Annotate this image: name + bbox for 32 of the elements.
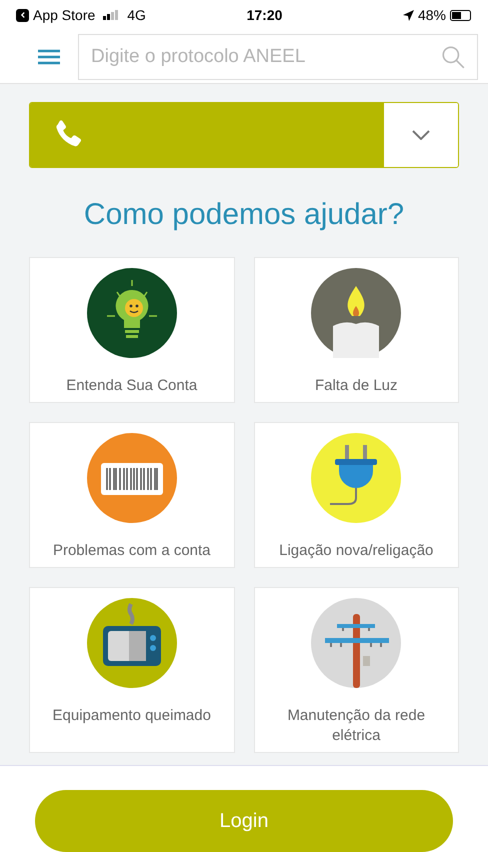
service-label: Ligação nova/religação xyxy=(279,541,434,561)
service-card[interactable]: Manutenção da rede elétrica xyxy=(254,587,459,753)
service-label: Manutenção da rede elétrica xyxy=(286,706,426,746)
chevron-down-icon xyxy=(412,130,430,140)
service-label: Problemas com a conta xyxy=(52,541,211,561)
battery-percent: 48% xyxy=(418,6,446,25)
tv-icon xyxy=(86,598,177,688)
network-label: 4G xyxy=(127,6,146,25)
utility-pole-icon xyxy=(311,598,402,688)
signal-icon xyxy=(103,10,120,20)
service-card[interactable]: Ligação nova/religação xyxy=(254,422,459,568)
search-icon[interactable] xyxy=(440,44,466,70)
service-label: Falta de Luz xyxy=(314,376,398,396)
service-card[interactable]: Problemas com a conta xyxy=(29,422,234,568)
search-field[interactable]: Digite o protocolo ANEEL xyxy=(78,34,478,80)
back-app-label[interactable]: App Store xyxy=(33,4,96,26)
battery-icon xyxy=(450,10,472,21)
location-arrow-icon xyxy=(402,10,414,21)
menu-icon[interactable] xyxy=(38,48,60,65)
service-label: Equipamento queimado xyxy=(52,706,211,726)
service-label: Entenda Sua Conta xyxy=(66,376,198,396)
help-heading: Como podemos ajudar? xyxy=(82,197,406,233)
service-card[interactable]: Entenda Sua Conta xyxy=(29,257,234,403)
plug-icon xyxy=(311,433,402,523)
clock-time: 17:20 xyxy=(246,6,284,25)
barcode-icon xyxy=(86,433,177,523)
dropdown-toggle[interactable] xyxy=(384,103,458,167)
service-card[interactable]: Falta de Luz xyxy=(254,257,459,403)
service-card[interactable]: Equipamento queimado xyxy=(29,587,234,753)
lightbulb-icon xyxy=(86,268,177,358)
phone-bar[interactable] xyxy=(30,103,384,167)
candle-icon xyxy=(311,268,402,358)
